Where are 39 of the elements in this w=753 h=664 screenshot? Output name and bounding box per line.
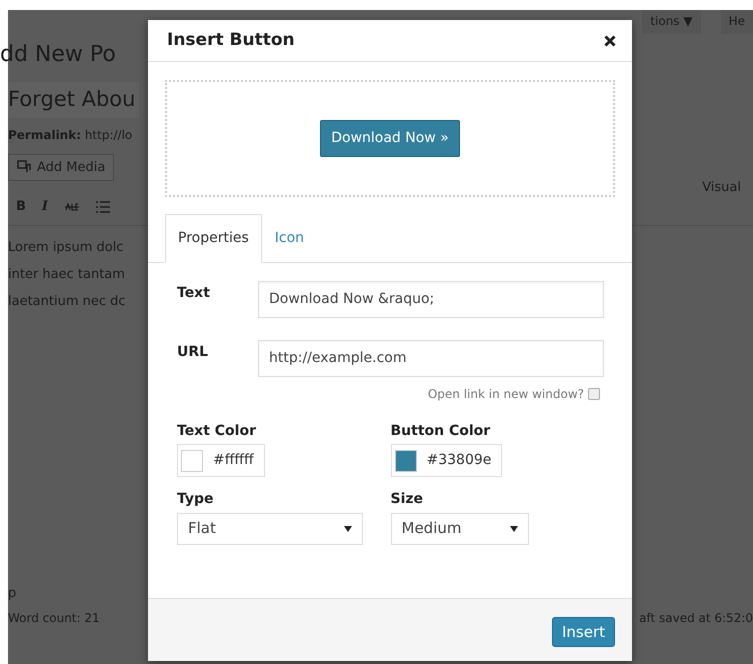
media-icon bbox=[17, 160, 33, 174]
draft-saved-status: aft saved at 6:52:0 bbox=[639, 610, 753, 627]
screen-options-tab[interactable]: tions ▼ bbox=[642, 10, 701, 34]
field-label: Button Color bbox=[390, 422, 492, 441]
word-count: Word count: 21 bbox=[8, 610, 100, 627]
modal-title: Insert Button bbox=[167, 28, 295, 52]
help-tab[interactable]: He bbox=[720, 10, 753, 34]
field-label: Text Color bbox=[177, 422, 257, 441]
dropdown-arrow-icon bbox=[344, 526, 352, 532]
tab[interactable]: Icon bbox=[262, 214, 318, 263]
dropdown-arrow-icon bbox=[510, 526, 518, 532]
checkbox-label: Open link in new window? bbox=[428, 386, 584, 403]
strikethrough-icon[interactable] bbox=[64, 202, 80, 211]
color-picker-field[interactable]: #33809e bbox=[390, 444, 502, 477]
select-dropdown[interactable]: Medium bbox=[390, 512, 528, 544]
insert-button[interactable]: Insert bbox=[552, 616, 615, 648]
editor-text-line: Lorem ipsum dolc bbox=[8, 238, 124, 256]
field-label: Type bbox=[177, 490, 215, 508]
text-input-field[interactable]: Download Now &raquo; bbox=[258, 281, 604, 318]
select-dropdown[interactable]: Flat bbox=[177, 512, 363, 544]
italic-button[interactable]: I bbox=[42, 197, 48, 216]
editor-text-line: inter haec tantam bbox=[8, 266, 125, 284]
post-title-field[interactable]: Forget Abou bbox=[8, 82, 140, 118]
permalink-text: Permalink: http://lo bbox=[8, 126, 132, 144]
field-label: Text bbox=[177, 284, 211, 303]
download-button-preview: Download Now » bbox=[320, 120, 460, 157]
bold-button[interactable]: B bbox=[16, 197, 26, 216]
editor-text-line: laetantium nec dc bbox=[8, 292, 126, 310]
visual-tab[interactable]: Visual bbox=[702, 178, 741, 198]
color-picker-field[interactable]: #ffffff bbox=[177, 444, 265, 477]
element-path: p bbox=[8, 585, 16, 603]
new-window-checkbox[interactable] bbox=[588, 388, 600, 400]
close-icon[interactable] bbox=[604, 34, 616, 46]
add-media-button[interactable]: Add Media bbox=[8, 154, 114, 181]
url-input-field[interactable]: http://example.com bbox=[258, 340, 604, 377]
field-label: Size bbox=[390, 490, 424, 508]
tab[interactable]: Properties bbox=[165, 214, 262, 263]
field-label: URL bbox=[177, 343, 210, 362]
bullet-list-icon[interactable] bbox=[96, 200, 110, 214]
